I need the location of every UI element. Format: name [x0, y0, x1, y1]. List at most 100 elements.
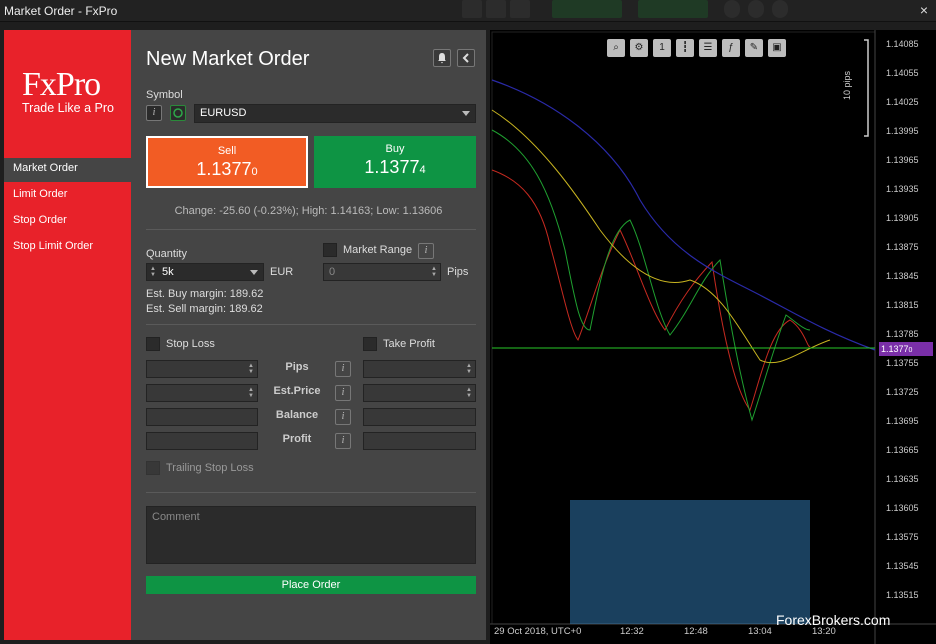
market-range-stepper[interactable]: ▲ ▼ [431, 266, 437, 278]
buy-label: Buy [385, 143, 405, 155]
background-price-button [552, 0, 622, 18]
place-order-button[interactable]: Place Order [146, 576, 476, 594]
fxpro-icon[interactable]: ƒ [722, 39, 740, 57]
change-summary: Change: -25.60 (-0.23%); High: 1.14163; … [174, 205, 443, 217]
price-tick: 1.13815 [886, 300, 919, 310]
order-form: New Market Order Symbol i EURUSD Sell 1.… [131, 30, 486, 640]
est-price-info-button[interactable]: i [335, 385, 351, 401]
trailing-stop-checkbox[interactable] [146, 461, 160, 475]
alert-bell-button[interactable] [433, 49, 451, 67]
title-bar: Market Order - FxPro × [0, 0, 936, 22]
price-tick: 1.13875 [886, 242, 919, 252]
sidebar-item-market-order[interactable]: Market Order [4, 158, 131, 182]
symbol-info-button[interactable]: i [146, 105, 162, 121]
price-tick: 1.13545 [886, 561, 919, 571]
timeframe-label: 1 [659, 42, 665, 53]
stop-loss-profit-input[interactable] [146, 432, 258, 450]
price-tick: 1.13575 [886, 532, 919, 542]
stop-loss-pips-input[interactable]: ▲ ▼ [146, 360, 258, 378]
drawing-icon[interactable]: ✎ [745, 39, 763, 57]
symbol-status-button[interactable] [170, 105, 186, 121]
market-range-input[interactable]: 0 ▲ ▼ [323, 263, 441, 281]
quantity-input[interactable]: ▲ ▼ 5k [146, 263, 264, 281]
market-range-checkbox[interactable] [323, 243, 337, 257]
profit-info-button[interactable]: i [335, 433, 351, 449]
price-tick: 1.13905 [886, 213, 919, 223]
take-profit-checkbox[interactable] [363, 337, 377, 351]
time-tick: 12:32 [620, 626, 644, 637]
row-label-profit: Profit [282, 433, 312, 445]
background-price-button [638, 0, 708, 18]
watermark: ForexBrokers.com [776, 612, 891, 628]
pips-info-button[interactable]: i [335, 361, 351, 377]
take-profit-balance-input[interactable] [363, 408, 476, 426]
sidebar-item-stop-limit-order[interactable]: Stop Limit Order [4, 236, 131, 260]
quantity-stepper[interactable]: ▲ ▼ [150, 266, 156, 278]
stop-loss-label: Stop Loss [166, 338, 215, 350]
row-label-balance: Balance [275, 409, 319, 421]
comment-field[interactable]: Comment [146, 506, 476, 564]
price-tick: 1.14025 [886, 97, 919, 107]
price-tick: 1.13695 [886, 416, 919, 426]
background-toolbar-button [724, 0, 740, 18]
market-range-info-button[interactable]: i [418, 243, 434, 259]
market-range-label: Market Range [343, 244, 413, 256]
comment-placeholder: Comment [152, 511, 200, 523]
close-icon[interactable]: × [920, 2, 928, 18]
trend-line [491, 79, 876, 351]
fxpro-logo: FxPro [22, 66, 101, 103]
symbol-label: Symbol [146, 89, 183, 101]
est-buy-margin: Est. Buy margin: 189.62 [146, 288, 264, 300]
stepper[interactable]: ▲ ▼ [248, 387, 254, 399]
background-toolbar-button [510, 0, 530, 18]
quantity-value: 5k [162, 266, 174, 278]
background-toolbar-button [462, 0, 482, 18]
sidebar-item-stop-order[interactable]: Stop Order [4, 210, 131, 234]
indicators-icon[interactable]: ☰ [699, 39, 717, 57]
take-profit-pips-input[interactable]: ▲ ▼ [363, 360, 476, 378]
time-tick: 29 Oct 2018, UTC+0 [494, 626, 582, 637]
buy-button[interactable]: Buy 1.13774 [314, 136, 476, 188]
collapse-button[interactable] [457, 49, 475, 67]
screenshot-icon[interactable]: ▣ [768, 39, 786, 57]
pips-label: 10 pips [842, 70, 852, 100]
pips-bracket [864, 39, 869, 137]
price-tick: 1.13845 [886, 271, 919, 281]
sell-label: Sell [217, 145, 237, 157]
take-profit-label: Take Profit [383, 338, 435, 350]
symbol-select[interactable]: EURUSD [194, 104, 476, 123]
time-tick: 12:48 [684, 626, 708, 637]
take-profit-price-input[interactable]: ▲ ▼ [363, 384, 476, 402]
price-chart[interactable]: ⌕ ⚙ 1 ┇ ☰ ƒ ✎ ▣ 10 pips 1.14085 1.14055 … [490, 30, 936, 644]
bull-band [491, 129, 811, 422]
stop-loss-price-input[interactable]: ▲ ▼ [146, 384, 258, 402]
chevron-down-icon [250, 270, 258, 275]
background-toolbar-button [748, 0, 764, 18]
stop-loss-checkbox[interactable] [146, 337, 160, 351]
stepper[interactable]: ▲ ▼ [466, 363, 472, 375]
price-tick: 1.13785 [886, 329, 919, 339]
candles-icon[interactable]: ┇ [676, 39, 694, 57]
zoom-icon[interactable]: ⌕ [607, 39, 625, 57]
window-title: Market Order - FxPro [4, 4, 118, 18]
bear-band [491, 169, 811, 412]
symbol-select-value: EURUSD [200, 107, 247, 119]
price-tick: 1.13635 [886, 474, 919, 484]
balance-info-button[interactable]: i [335, 409, 351, 425]
quantity-label: Quantity [146, 248, 187, 260]
chevron-left-icon [462, 53, 469, 63]
price-tick: 1.14085 [886, 39, 919, 49]
sell-button[interactable]: Sell 1.13770 [146, 136, 308, 188]
row-label-pips: Pips [285, 361, 309, 373]
take-profit-profit-input[interactable] [363, 432, 476, 450]
divider [146, 324, 476, 325]
chevron-down-icon [462, 111, 470, 116]
page-title: New Market Order [146, 48, 310, 70]
price-tick: 1.13515 [886, 590, 919, 600]
stop-loss-balance-input[interactable] [146, 408, 258, 426]
timeframe-icon[interactable]: 1 [653, 39, 671, 57]
stepper[interactable]: ▲ ▼ [466, 387, 472, 399]
stepper[interactable]: ▲ ▼ [248, 363, 254, 375]
sidebar-item-limit-order[interactable]: Limit Order [4, 184, 131, 208]
chart-settings-icon[interactable]: ⚙ [630, 39, 648, 57]
